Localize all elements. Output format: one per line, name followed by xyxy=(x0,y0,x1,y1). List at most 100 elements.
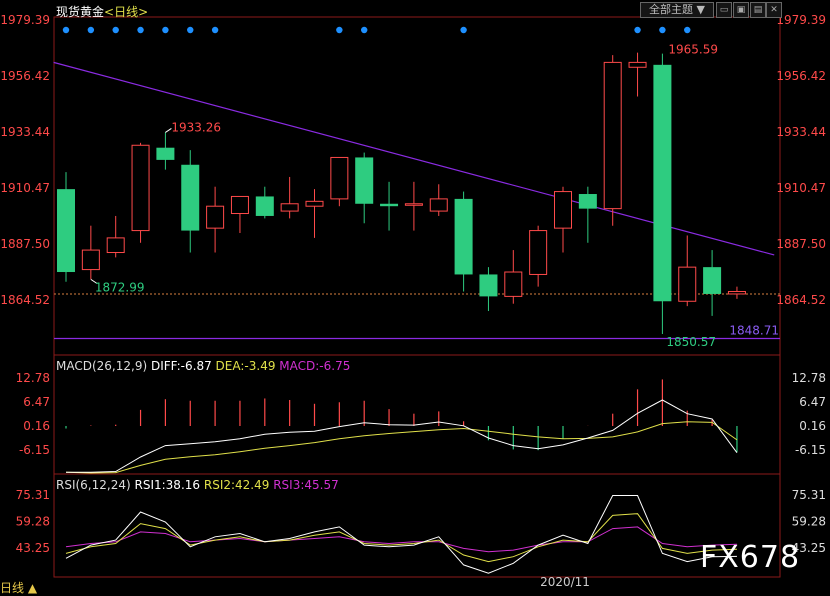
x-axis-label: 2020/11 xyxy=(540,575,590,589)
candle-body xyxy=(156,147,175,160)
candle-body xyxy=(57,189,75,273)
candle-body xyxy=(206,205,225,229)
diff-line xyxy=(66,399,738,473)
candle-body xyxy=(703,267,722,294)
high-label-left: 1933.26 xyxy=(171,120,221,134)
y-tick-label: 1910.47 xyxy=(776,181,826,195)
candle xyxy=(330,156,349,207)
candle-body xyxy=(404,203,423,206)
y-tick-label: 1887.50 xyxy=(776,237,826,251)
watermark: FX678 xyxy=(700,540,801,575)
macd-legend: MACD(26,12,9) DIFF:-6.87 DEA:-3.49 MACD:… xyxy=(56,359,350,373)
candle-body xyxy=(578,194,597,209)
period-toggle[interactable]: 日线 ▲ xyxy=(0,579,37,596)
candle xyxy=(628,52,647,97)
candle xyxy=(529,225,548,287)
chart-canvas: 1979.39 1979.39 1956.42 1956.42 1933.44 1933.… xyxy=(0,13,826,589)
macd-y-tick: -6.15 xyxy=(19,443,50,457)
candle-body xyxy=(305,200,324,207)
candle-body xyxy=(181,164,200,231)
event-dot xyxy=(659,26,666,34)
macd-y-tick: 6.47 xyxy=(799,395,826,409)
rsi-y-tick: 75.31 xyxy=(792,488,826,502)
candle-body xyxy=(504,271,523,297)
candle xyxy=(479,267,498,312)
y-tick-label: 1887.50 xyxy=(0,237,50,251)
close-icon[interactable]: ✕ xyxy=(766,2,782,18)
candle-body xyxy=(678,266,697,302)
symbol-name: 现货黄金 xyxy=(56,5,105,19)
candle xyxy=(255,186,274,219)
macd-value: MACD:-6.75 xyxy=(279,359,351,373)
diff-value: DIFF:-6.87 xyxy=(150,359,212,373)
rsi-legend: RSI(6,12,24) RSI1:38.16 RSI2:42.49 RSI3:… xyxy=(56,478,339,492)
candle-body xyxy=(230,195,249,215)
candle xyxy=(181,150,200,253)
candle xyxy=(131,142,150,243)
chart-title: 现货黄金<日线> xyxy=(56,3,148,20)
event-dot xyxy=(684,26,691,34)
low-label: 1850.57 xyxy=(666,335,716,349)
y-tick-label: 1910.47 xyxy=(0,181,50,195)
event-dot xyxy=(187,26,194,34)
event-dot xyxy=(62,26,70,34)
y-tick-label: 1864.52 xyxy=(776,293,826,307)
minimize-icon[interactable]: ▭ xyxy=(716,2,732,18)
event-dot xyxy=(87,26,95,34)
macd-y-tick: 12.78 xyxy=(16,371,50,385)
rsi-y-tick: 59.28 xyxy=(16,515,50,529)
candle-body xyxy=(529,230,548,275)
high-label: 1965.59 xyxy=(668,43,718,57)
rsi3-line xyxy=(65,526,737,553)
rsi-y-tick: 75.31 xyxy=(16,488,50,502)
y-tick-label: 1956.42 xyxy=(776,69,826,83)
rsi2-line xyxy=(65,513,737,563)
candle xyxy=(305,189,324,238)
theme-label: 全部主题 xyxy=(649,3,694,16)
y-tick-label: 1979.39 xyxy=(776,13,826,27)
restore-icon[interactable]: ▤ xyxy=(750,2,766,18)
candle xyxy=(504,250,523,304)
low-label-left: 1872.99 xyxy=(95,280,145,294)
y-tick-label: 1933.44 xyxy=(0,125,50,139)
theme-selector[interactable]: 全部主题 ▼ xyxy=(640,2,714,18)
event-dot xyxy=(112,26,119,34)
candle xyxy=(106,215,125,258)
candle xyxy=(554,186,572,253)
rsi1-value: RSI1:38.16 xyxy=(134,478,201,492)
support-label: 1848.71 xyxy=(729,324,779,338)
rsi2-value: RSI2:42.49 xyxy=(203,478,270,492)
event-dot xyxy=(211,26,219,34)
candle xyxy=(206,186,225,253)
candle-body xyxy=(106,237,125,254)
candle-body xyxy=(653,64,672,302)
period-selector[interactable]: <日线> xyxy=(104,5,148,19)
candle xyxy=(57,172,75,282)
event-dot xyxy=(137,26,144,34)
candle xyxy=(727,286,746,299)
candle-body xyxy=(603,61,622,210)
maximize-icon[interactable]: ▣ xyxy=(733,2,749,18)
candle xyxy=(578,186,597,243)
candle xyxy=(355,152,374,224)
macd-y-tick: -6.15 xyxy=(795,443,826,457)
dea-line xyxy=(65,421,738,474)
rsi3-value: RSI3:45.57 xyxy=(273,478,339,492)
candle xyxy=(280,176,299,219)
candle xyxy=(429,184,448,216)
dropdown-icon: ▼ xyxy=(696,3,705,16)
event-dot xyxy=(162,26,169,34)
rsi-title: RSI(6,12,24) xyxy=(56,478,131,492)
macd-y-tick: 12.78 xyxy=(792,371,826,385)
event-dot xyxy=(336,26,343,34)
macd-y-tick: 6.47 xyxy=(23,395,50,409)
candle xyxy=(380,181,399,231)
macd-y-tick: 0.16 xyxy=(23,419,50,433)
rsi-y-tick: 43.25 xyxy=(16,541,50,555)
candle-body xyxy=(355,157,374,204)
candle-body xyxy=(554,191,572,229)
y-tick-label: 1933.44 xyxy=(776,125,826,139)
candle xyxy=(81,225,100,280)
candle xyxy=(678,235,697,307)
candle-body xyxy=(454,198,473,275)
